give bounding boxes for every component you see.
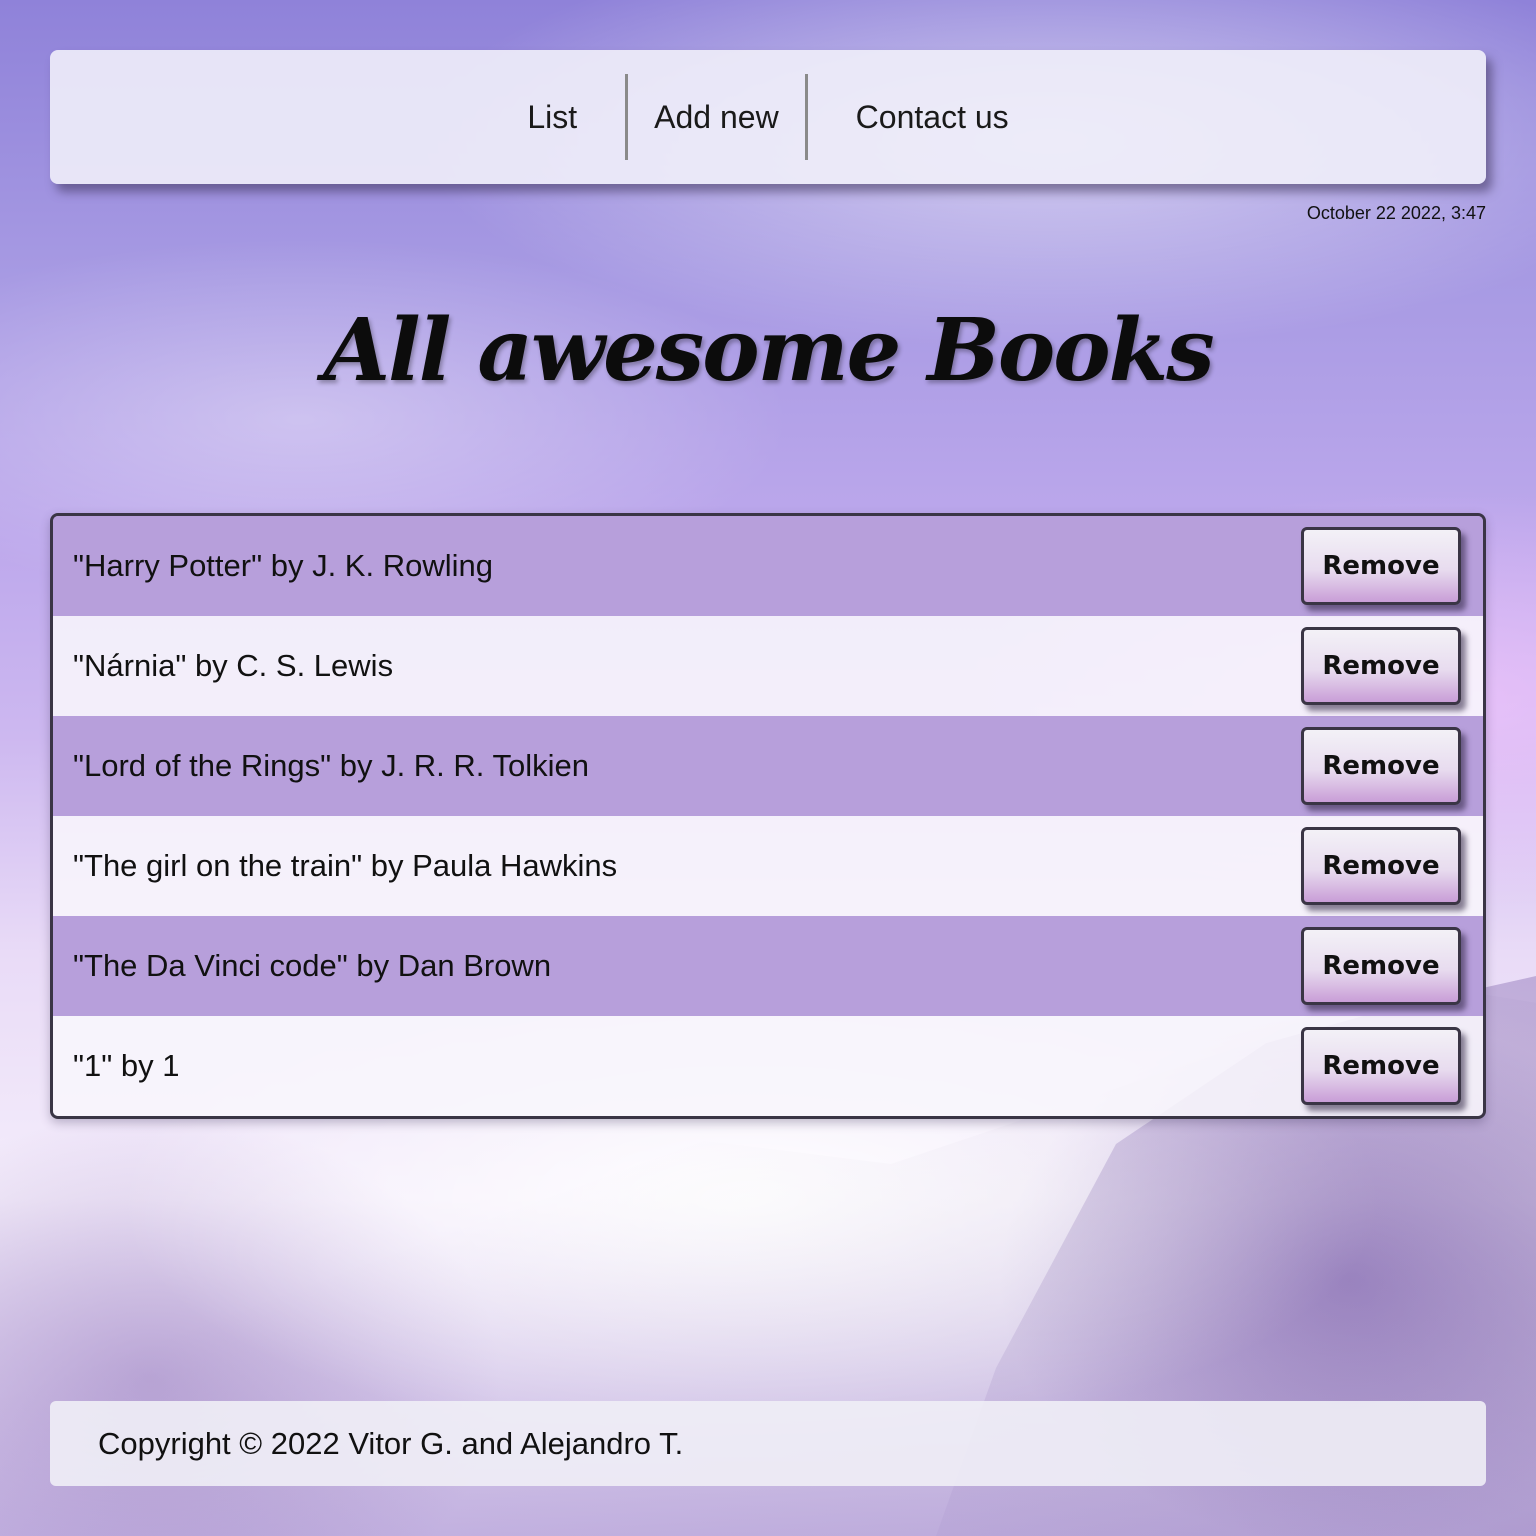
- page-footer: Copyright © 2022 Vitor G. and Alejandro …: [50, 1401, 1486, 1486]
- nav-link-add-new[interactable]: Add new: [628, 74, 805, 160]
- book-entry-text: "Nárnia" by C. S. Lewis: [73, 648, 394, 683]
- remove-button[interactable]: Remove: [1301, 727, 1461, 805]
- remove-button[interactable]: Remove: [1301, 527, 1461, 605]
- copyright-text: Copyright © 2022 Vitor G. and Alejandro …: [98, 1425, 684, 1461]
- book-entry-text: "Harry Potter" by J. K. Rowling: [73, 548, 493, 583]
- remove-button[interactable]: Remove: [1301, 627, 1461, 705]
- remove-button[interactable]: Remove: [1301, 827, 1461, 905]
- nav-list: List Add new Contact us: [527, 74, 1009, 160]
- current-date: October 22 2022, 3:47: [1306, 203, 1486, 223]
- nav-link-contact-us[interactable]: Contact us: [808, 74, 1009, 160]
- remove-button[interactable]: Remove: [1301, 927, 1461, 1005]
- book-entry-text: "Lord of the Rings" by J. R. R. Tolkien: [73, 748, 589, 783]
- top-navbar: List Add new Contact us: [50, 50, 1486, 184]
- book-entry-text: "The Da Vinci code" by Dan Brown: [73, 948, 552, 983]
- page-title: All awesome Books: [323, 300, 1214, 401]
- book-row: "Harry Potter" by J. K. Rowling Remove: [53, 516, 1483, 616]
- book-row: "The Da Vinci code" by Dan Brown Remove: [53, 916, 1483, 1016]
- book-entry-text: "1" by 1: [73, 1048, 180, 1083]
- remove-button[interactable]: Remove: [1301, 1027, 1461, 1105]
- book-row: "Nárnia" by C. S. Lewis Remove: [53, 616, 1483, 716]
- book-list: "Harry Potter" by J. K. Rowling Remove "…: [50, 513, 1486, 1119]
- book-entry-text: "The girl on the train" by Paula Hawkins: [73, 848, 618, 883]
- book-row: "The girl on the train" by Paula Hawkins…: [53, 816, 1483, 916]
- nav-link-list[interactable]: List: [527, 74, 625, 160]
- book-row: "Lord of the Rings" by J. R. R. Tolkien …: [53, 716, 1483, 816]
- book-row: "1" by 1 Remove: [53, 1016, 1483, 1116]
